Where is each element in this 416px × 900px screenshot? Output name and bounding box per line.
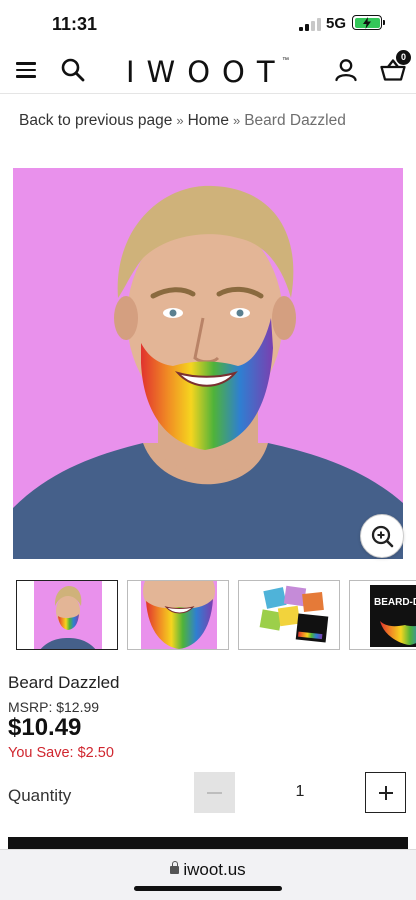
- box-label: BEARD-DAZZLED: [374, 597, 416, 608]
- thumbnail-beard-closeup[interactable]: [127, 580, 229, 650]
- search-icon[interactable]: [60, 57, 86, 83]
- browser-url: iwoot.us: [183, 860, 246, 879]
- status-bar: 11:31 5G: [0, 0, 416, 46]
- home-indicator[interactable]: [134, 886, 282, 891]
- product-main-image[interactable]: [13, 168, 403, 559]
- browser-address-bar[interactable]: iwoot.us: [0, 849, 416, 900]
- site-header: IWOOT ™ 0: [0, 46, 416, 94]
- lock-icon: [170, 861, 180, 874]
- breadcrumb-current: Beard Dazzled: [244, 112, 346, 129]
- site-logo[interactable]: IWOOT: [126, 55, 287, 89]
- status-time: 11:31: [52, 14, 98, 34]
- quantity-decrease-button[interactable]: [194, 772, 235, 813]
- quantity-increase-button[interactable]: [365, 772, 406, 813]
- breadcrumb-back-link[interactable]: Back to previous page: [19, 112, 172, 129]
- quantity-label: Quantity: [8, 786, 72, 805]
- zoom-in-icon: [371, 525, 394, 548]
- signal-icon: [299, 18, 321, 31]
- breadcrumb: Back to previous page» Home» Beard Dazzled: [19, 112, 346, 130]
- saving-amount: You Save: $2.50: [8, 745, 114, 761]
- breadcrumb-home-link[interactable]: Home: [188, 112, 229, 129]
- zoom-in-button[interactable]: [360, 514, 404, 558]
- quantity-input[interactable]: [282, 783, 318, 801]
- basket-count-badge: 0: [396, 50, 411, 65]
- breadcrumb-separator: »: [232, 113, 241, 128]
- battery-icon: [352, 15, 382, 30]
- breadcrumb-separator: »: [176, 113, 184, 128]
- current-price: $10.49: [8, 714, 82, 741]
- product-title: Beard Dazzled: [8, 673, 120, 692]
- trademark-mark: ™: [282, 57, 289, 64]
- thumbnail-strip: BEARD-DAZZLED: [16, 580, 416, 650]
- msrp-price: MSRP: $12.99: [8, 699, 100, 715]
- thumbnail-model-photo[interactable]: [16, 580, 118, 650]
- user-icon[interactable]: [333, 57, 359, 83]
- thumbnail-glitter-packets[interactable]: [238, 580, 340, 650]
- hamburger-icon[interactable]: [16, 62, 36, 78]
- network-type: 5G: [326, 15, 347, 32]
- model-illustration: [13, 185, 403, 559]
- thumbnail-product-box[interactable]: BEARD-DAZZLED: [349, 580, 416, 650]
